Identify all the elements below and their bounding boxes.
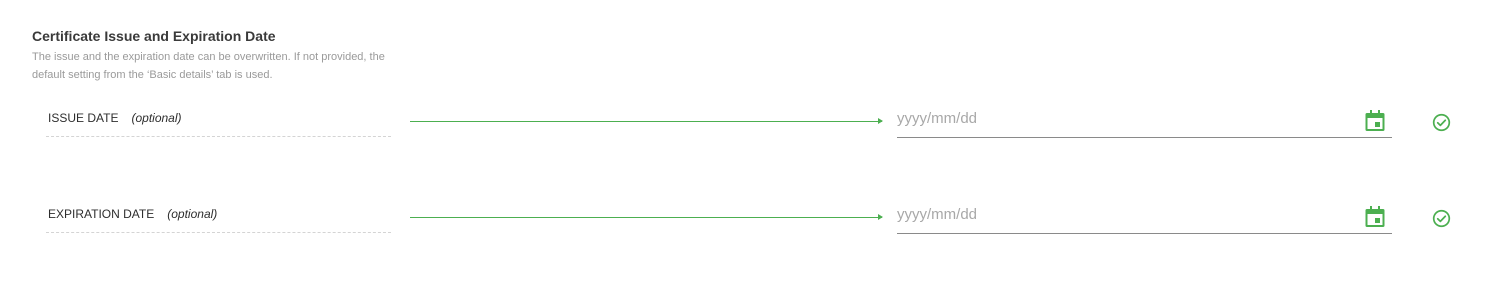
section-title: Certificate Issue and Expiration Date — [32, 28, 276, 44]
issue-date-field — [897, 101, 1392, 138]
section-description: The issue and the expiration date can be… — [32, 51, 385, 81]
section-header: Certificate Issue and Expiration Date Th… — [32, 27, 412, 84]
expiration-date-field — [897, 197, 1392, 234]
check-circle-icon — [1432, 209, 1451, 228]
issue-date-label-text: ISSUE DATE — [48, 111, 119, 125]
expiration-date-row: EXPIRATION DATE (optional) — [0, 197, 1497, 237]
expiration-date-input[interactable] — [897, 206, 1337, 223]
check-circle-icon — [1432, 113, 1451, 132]
expiration-date-label: EXPIRATION DATE (optional) — [46, 197, 391, 233]
mapping-arrow — [410, 214, 883, 220]
issue-date-input[interactable] — [897, 110, 1337, 127]
expiration-date-optional-label: (optional) — [167, 207, 218, 221]
mapping-arrow — [410, 118, 883, 124]
expiration-date-label-text: EXPIRATION DATE — [48, 207, 155, 221]
calendar-icon[interactable] — [1365, 110, 1385, 132]
issue-date-label: ISSUE DATE (optional) — [46, 101, 391, 137]
issue-date-optional-label: (optional) — [131, 111, 182, 125]
calendar-icon[interactable] — [1365, 206, 1385, 228]
issue-date-row: ISSUE DATE (optional) — [0, 101, 1497, 141]
